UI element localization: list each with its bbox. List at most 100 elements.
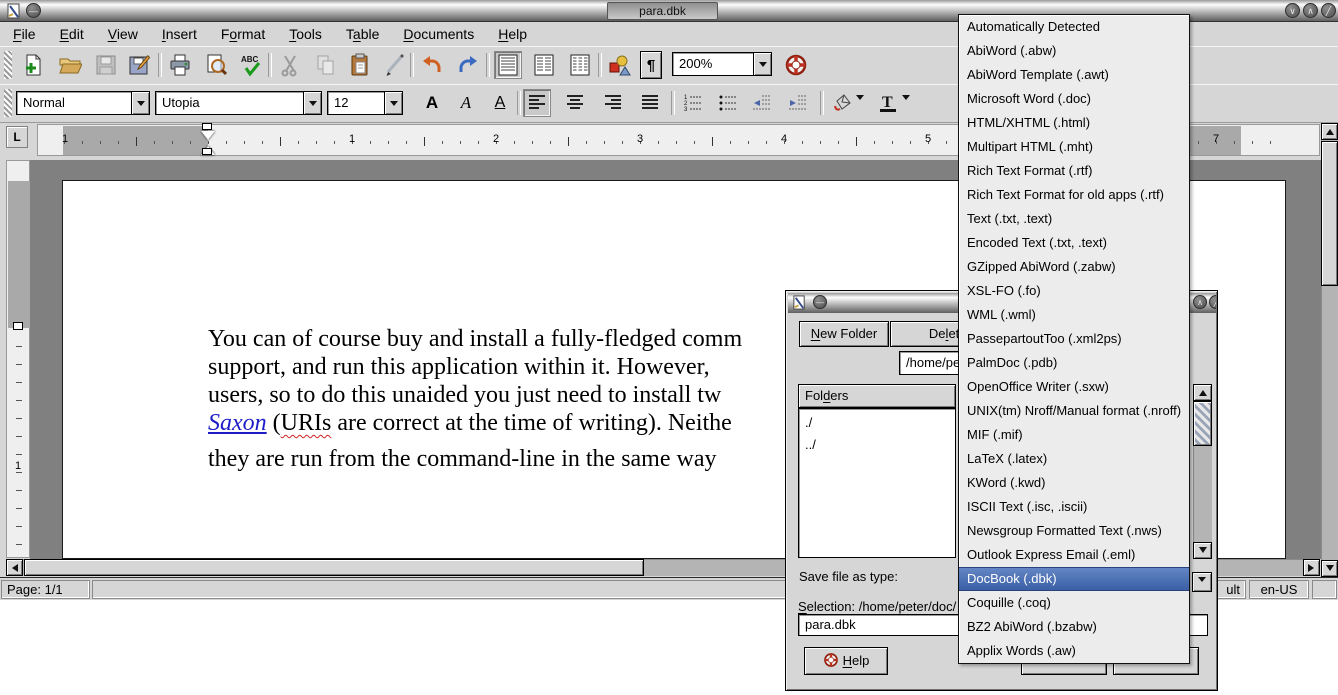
format-option[interactable]: DocBook (.dbk) [959, 567, 1189, 591]
chevron-down-icon[interactable] [753, 53, 771, 75]
files-scroll-thumb[interactable] [1193, 401, 1212, 446]
status-language[interactable]: en-US [1249, 580, 1309, 599]
menu-item[interactable]: Edit [60, 26, 84, 42]
numbered-list-button[interactable]: 123 [679, 89, 707, 117]
files-scrollbar[interactable] [1193, 384, 1212, 559]
save-as-button[interactable] [126, 51, 154, 79]
tab-stop-selector[interactable]: L [6, 126, 28, 148]
format-option[interactable]: Outlook Express Email (.eml) [959, 543, 1189, 567]
scroll-right-icon[interactable] [1303, 559, 1320, 576]
underline-button[interactable]: A [487, 90, 513, 116]
style-select[interactable]: Normal [16, 91, 150, 115]
increase-indent-button[interactable] [784, 89, 812, 117]
format-option[interactable]: PassepartoutToo (.xml2ps) [959, 327, 1189, 351]
chevron-down-icon[interactable] [131, 92, 149, 114]
window-shade-button[interactable]: — [26, 3, 41, 18]
show-paragraph-marks-button[interactable]: ¶ [640, 51, 662, 79]
zoom-select[interactable]: 200% [672, 52, 772, 76]
menu-item[interactable]: Table [346, 26, 379, 42]
format-option[interactable]: AbiWord (.abw) [959, 39, 1189, 63]
format-option[interactable]: Encoded Text (.txt, .text) [959, 231, 1189, 255]
menu-item[interactable]: Insert [162, 26, 197, 42]
horizontal-scroll-thumb[interactable] [24, 559, 644, 576]
chevron-down-icon[interactable] [384, 92, 402, 114]
open-button[interactable] [56, 51, 84, 79]
format-option[interactable]: Coquille (.coq) [959, 591, 1189, 615]
format-option[interactable]: Rich Text Format (.rtf) [959, 159, 1189, 183]
format-option[interactable]: UNIX(tm) Nroff/Manual format (.nroff) [959, 399, 1189, 423]
decrease-indent-button[interactable] [748, 89, 776, 117]
vertical-scrollbar[interactable] [1321, 123, 1338, 577]
folder-item[interactable]: ./ [799, 412, 955, 434]
bold-button[interactable]: A [419, 90, 445, 116]
insert-shapes-button[interactable] [606, 51, 634, 79]
format-option[interactable]: BZ2 AbiWord (.bzabw) [959, 615, 1189, 639]
spellcheck-button[interactable]: ABC [238, 51, 266, 79]
menu-item[interactable]: Tools [289, 26, 322, 42]
print-preview-button[interactable] [202, 51, 230, 79]
format-option[interactable]: Newsgroup Formatted Text (.nws) [959, 519, 1189, 543]
bullet-list-button[interactable] [714, 89, 742, 117]
scroll-up-icon[interactable] [1193, 384, 1212, 401]
help-button[interactable] [782, 51, 810, 79]
format-option[interactable]: Applix Words (.aw) [959, 639, 1189, 663]
undo-button[interactable] [418, 51, 446, 79]
format-option[interactable]: Text (.txt, .text) [959, 207, 1189, 231]
format-option[interactable]: GZipped AbiWord (.zabw) [959, 255, 1189, 279]
window-maximize-icon[interactable]: ∧ [1303, 3, 1318, 18]
scroll-down-icon[interactable] [1321, 560, 1338, 577]
toolbar-handle[interactable] [4, 89, 12, 117]
format-option[interactable]: XSL-FO (.fo) [959, 279, 1189, 303]
dialog-close-icon[interactable]: ╱ [1209, 295, 1216, 309]
format-option[interactable]: MIF (.mif) [959, 423, 1189, 447]
new-document-button[interactable] [20, 51, 48, 79]
document-text[interactable]: You can of course buy and install a full… [208, 325, 786, 505]
format-option[interactable]: Rich Text Format for old apps (.rtf) [959, 183, 1189, 207]
help-button[interactable]: Help [804, 647, 888, 675]
menu-item[interactable]: Help [498, 26, 527, 42]
dialog-shade-button[interactable]: — [813, 295, 827, 309]
menu-item[interactable]: Format [221, 26, 265, 42]
view-one-column-button[interactable] [494, 51, 522, 79]
format-option[interactable]: Microsoft Word (.doc) [959, 87, 1189, 111]
format-option[interactable]: LaTeX (.latex) [959, 447, 1189, 471]
font-color-button[interactable]: T [874, 89, 902, 117]
menu-item[interactable]: Documents [403, 26, 474, 42]
align-center-button[interactable] [561, 89, 589, 117]
vertical-ruler[interactable]: 1 [6, 160, 30, 558]
view-three-columns-button[interactable] [566, 51, 594, 79]
font-select[interactable]: Utopia [155, 91, 322, 115]
font-size-select[interactable]: 12 [327, 91, 403, 115]
format-option[interactable]: KWord (.kwd) [959, 471, 1189, 495]
align-justify-button[interactable] [636, 89, 664, 117]
dialog-maximize-icon[interactable]: ∧ [1193, 295, 1207, 309]
folders-header[interactable]: Folders [798, 384, 956, 408]
italic-button[interactable]: A [453, 90, 479, 116]
view-two-columns-button[interactable] [530, 51, 558, 79]
fill-color-button[interactable] [828, 89, 856, 117]
window-minimize-icon[interactable]: ∨ [1285, 3, 1300, 18]
folder-item[interactable]: ../ [799, 434, 955, 456]
save-type-combo-arrow[interactable] [1192, 572, 1212, 592]
scroll-left-icon[interactable] [6, 559, 23, 576]
scroll-up-icon[interactable] [1321, 123, 1338, 140]
saxon-hyperlink[interactable]: Saxon [208, 410, 267, 436]
paste-button[interactable] [346, 51, 374, 79]
font-color-caret-icon[interactable] [902, 95, 910, 104]
format-option[interactable]: Automatically Detected [959, 15, 1189, 39]
format-option[interactable]: WML (.wml) [959, 303, 1189, 327]
align-left-button[interactable] [523, 89, 551, 117]
format-option[interactable]: PalmDoc (.pdb) [959, 351, 1189, 375]
window-close-icon[interactable]: ╱ [1321, 3, 1336, 18]
align-right-button[interactable] [599, 89, 627, 117]
toolbar-handle[interactable] [4, 51, 12, 79]
format-option[interactable]: HTML/XHTML (.html) [959, 111, 1189, 135]
margin-marker[interactable] [13, 322, 23, 330]
print-button[interactable] [166, 51, 194, 79]
menu-item[interactable]: File [13, 26, 36, 42]
format-option[interactable]: OpenOffice Writer (.sxw) [959, 375, 1189, 399]
format-option[interactable]: ISCII Text (.isc, .iscii) [959, 495, 1189, 519]
menu-item[interactable]: View [108, 26, 138, 42]
scroll-down-icon[interactable] [1193, 542, 1212, 559]
new-folder-button[interactable]: New Folder [799, 321, 889, 347]
